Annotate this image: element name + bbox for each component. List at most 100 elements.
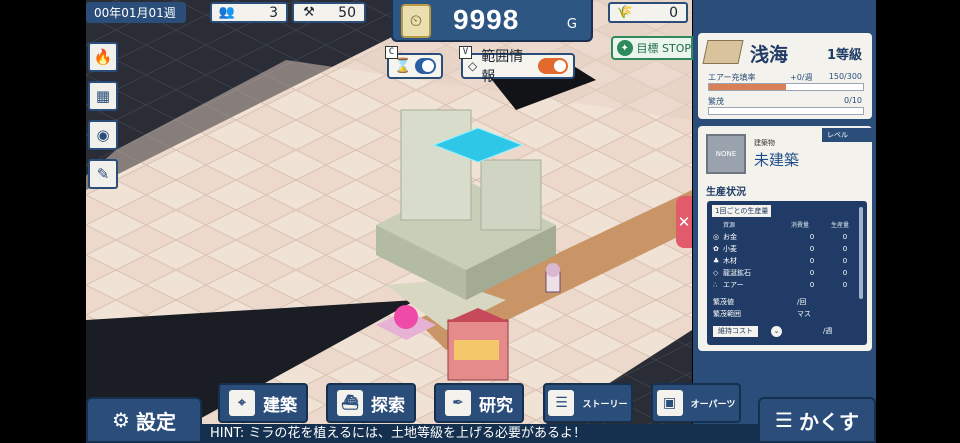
resource-output: 0: [842, 244, 848, 253]
resource-output: 0: [842, 256, 848, 265]
air-label: エアー充填率: [708, 73, 756, 82]
clock-icon[interactable]: ⏲: [401, 4, 431, 38]
production-header: 1回ごとの生産量: [712, 205, 772, 217]
population-counter: 👥 3: [210, 2, 288, 23]
tile-info-card: 浅海 1等級 エアー充填率 +0/週 150/300 繁茂 0/10: [698, 33, 872, 119]
production-table: 1回ごとの生産量 資源 消費量 生産量 ◎ お金 0 0 ✿ 小麦 0 0 ♣ 木材 0 0 ◇ 龍涎鉱石…: [707, 201, 867, 345]
chevron-down-icon[interactable]: ⌄: [771, 326, 782, 337]
range-info-label: 範囲情報: [481, 49, 524, 85]
range-switch[interactable]: [537, 58, 568, 74]
eye-icon: ◉: [96, 126, 110, 144]
prosperity-value: 0/10: [844, 96, 862, 105]
prosperity-range-label: 繁茂範囲: [713, 310, 741, 318]
brush-icon: ✎: [96, 165, 110, 183]
hide-ui-button[interactable]: ☰ かくす: [758, 397, 876, 443]
building-card: レベル NONE 建築物 未建築 生産状況 1回ごとの生産量 資源 消費量 生産…: [698, 126, 872, 351]
settings-button[interactable]: ⚙ 設定: [86, 397, 202, 443]
production-scrollbar[interactable]: [859, 207, 863, 299]
close-panel-button[interactable]: ✕: [676, 196, 692, 248]
telescope-icon: ⌖: [229, 390, 255, 416]
settings-label: 設定: [135, 409, 176, 434]
production-title: 生産状況: [706, 187, 746, 198]
compass-icon: ✦: [617, 40, 633, 56]
resource-output: 0: [842, 268, 848, 277]
close-icon: ✕: [677, 213, 691, 231]
resource-output: 0: [842, 232, 848, 241]
maintenance-label: 維持コスト: [713, 326, 758, 337]
overparts-button[interactable]: ▣ オーパーツ: [651, 383, 741, 423]
story-button[interactable]: ☰ ストーリー: [543, 383, 633, 423]
goal-label: 目標 STOP: [636, 42, 692, 55]
gold-value: 9998: [453, 4, 520, 35]
building-icon: NONE: [706, 134, 746, 174]
level-tag: レベル: [822, 128, 872, 142]
maintenance-value: /週: [823, 327, 833, 335]
worker-value: 50: [338, 4, 356, 21]
key-hint-c: C: [385, 46, 398, 59]
prosperity-range-unit: マス: [797, 310, 811, 318]
resource-cost: 0: [809, 256, 815, 265]
tools-icon: ⚒: [303, 5, 315, 20]
pen-icon: ✒: [445, 390, 471, 416]
diamond-icon: ◇: [468, 59, 478, 73]
resource-icon: ♣: [713, 256, 720, 265]
resource-cost: 0: [809, 232, 815, 241]
key-hint-v: V: [459, 46, 472, 59]
resource-name: エアー: [723, 280, 744, 289]
wheat-value: 0: [669, 4, 678, 21]
resource-row: ♣ 木材 0 0: [713, 255, 859, 266]
building-name: 未建築: [754, 151, 800, 169]
time-toggle[interactable]: C ⌛: [385, 46, 443, 79]
build-label: 建築: [263, 395, 297, 416]
resource-icon: ◎: [713, 232, 720, 241]
hourglass-icon: ⌛: [394, 58, 412, 74]
wheat-counter: 🌾 0: [608, 2, 688, 23]
map-icon: ▦: [95, 87, 111, 105]
range-info-toggle[interactable]: V ◇ 範囲情報: [459, 46, 575, 85]
goal-button[interactable]: ✦ 目標 STOP: [611, 36, 693, 60]
research-button[interactable]: ✒ 研究: [434, 383, 524, 423]
book-icon: ☰: [548, 390, 575, 416]
col-resource: 資源: [723, 222, 736, 229]
info-panel: 浅海 1等級 エアー充填率 +0/週 150/300 繁茂 0/10 レベル N…: [693, 0, 876, 443]
gold-unit: G: [566, 17, 577, 32]
device-icon: ▣: [656, 390, 683, 416]
prosperity-value-label: 繁茂値: [713, 298, 734, 306]
resource-row: ✿ 小麦 0 0: [713, 243, 859, 254]
prosperity-label: 繁茂: [708, 97, 724, 106]
fire-tool-button[interactable]: 🔥: [88, 42, 118, 72]
shop-building: [446, 308, 510, 381]
tile-name: 浅海: [750, 44, 789, 66]
wheat-icon: 🌾: [616, 5, 634, 20]
explore-button[interactable]: ⛴ 探索: [326, 383, 416, 423]
resource-icon: ◇: [713, 268, 719, 277]
air-bar: [708, 83, 864, 91]
overparts-label: オーパーツ: [690, 399, 736, 410]
resource-name: お金: [723, 232, 737, 241]
resource-cost: 0: [809, 268, 815, 277]
col-output: 生産量: [831, 222, 850, 229]
gear-icon: ⚙: [112, 408, 130, 432]
population-icon: 👥: [218, 5, 236, 20]
story-label: ストーリー: [582, 399, 628, 410]
resource-name: 小麦: [723, 244, 737, 253]
fire-icon: 🔥: [93, 48, 113, 66]
prosperity-bar: [708, 107, 864, 115]
brush-tool-button[interactable]: ✎: [88, 159, 118, 189]
explore-label: 探索: [371, 395, 405, 416]
eye-tool-button[interactable]: ◉: [88, 120, 118, 150]
resource-output: 0: [842, 280, 848, 289]
air-bar-fill: [709, 84, 786, 90]
resource-name: 木材: [723, 256, 737, 265]
hint-bar: HINT: ミラの花を植えるには、土地等級を上げる必要があるよ！: [202, 424, 758, 443]
build-button[interactable]: ⌖ 建築: [218, 383, 308, 423]
submarine-icon: ⛴: [337, 390, 363, 416]
menu-icon: ☰: [775, 408, 793, 432]
time-switch[interactable]: [415, 58, 436, 74]
research-label: 研究: [479, 395, 513, 416]
resource-name: 龍涎鉱石: [723, 268, 751, 277]
resource-row: ◎ お金 0 0: [713, 231, 859, 242]
tile-icon: [702, 40, 744, 64]
prosperity-per-unit: /回: [797, 298, 807, 306]
map-tool-button[interactable]: ▦: [88, 81, 118, 111]
